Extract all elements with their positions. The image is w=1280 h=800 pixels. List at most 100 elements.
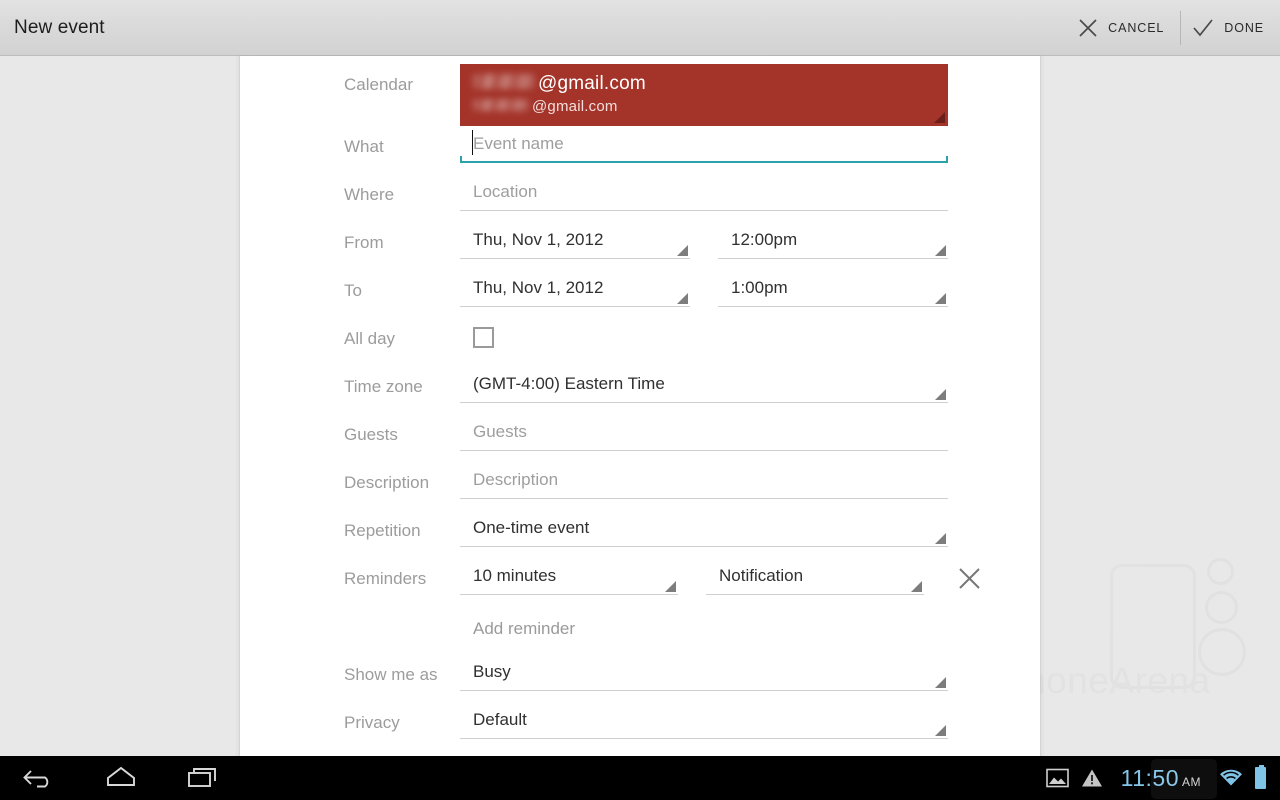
privacy-label: Privacy xyxy=(344,713,400,732)
chevron-down-icon xyxy=(911,581,922,592)
chevron-down-icon xyxy=(677,293,688,304)
repetition-spinner[interactable]: One-time event xyxy=(460,510,948,547)
to-date-spinner[interactable]: Thu, Nov 1, 2012 xyxy=(460,270,690,307)
form-row-what: What Event name xyxy=(344,126,948,174)
form-row-description: Description Description xyxy=(344,462,948,510)
form-row-from: From Thu, Nov 1, 2012 12:00pm xyxy=(344,222,948,270)
to-date-value: Thu, Nov 1, 2012 xyxy=(473,278,604,297)
clock-highlight xyxy=(1150,758,1217,799)
timezone-value: (GMT-4:00) Eastern Time xyxy=(473,374,665,393)
cancel-button-label: CANCEL xyxy=(1108,20,1165,35)
close-icon xyxy=(1077,17,1099,39)
guests-placeholder: Guests xyxy=(473,422,527,441)
redacted-username-primary xyxy=(473,74,535,89)
close-icon xyxy=(957,566,982,591)
battery-icon[interactable] xyxy=(1255,765,1266,789)
redacted-username-secondary xyxy=(473,99,529,111)
chevron-down-icon xyxy=(935,245,946,256)
event-name-placeholder: Event name xyxy=(473,134,564,153)
check-icon xyxy=(1191,17,1215,39)
form-row-to: To Thu, Nov 1, 2012 1:00pm xyxy=(344,270,948,318)
wifi-icon[interactable] xyxy=(1219,768,1243,788)
repetition-label: Repetition xyxy=(344,521,421,540)
calendar-label: Calendar xyxy=(344,75,413,94)
privacy-value: Default xyxy=(473,710,527,729)
status-area: 11:50 AM xyxy=(1045,758,1280,799)
new-event-form: Calendar @gmail.com @gmail.com What Even… xyxy=(240,56,1040,756)
system-navigation-bar: 11:50 AM xyxy=(0,756,1280,800)
location-placeholder: Location xyxy=(473,182,538,201)
showmeas-label: Show me as xyxy=(344,665,438,684)
reminder-method-value: Notification xyxy=(719,566,804,585)
showmeas-value: Busy xyxy=(473,662,511,681)
showmeas-spinner[interactable]: Busy xyxy=(460,654,948,691)
background-right: phoneArena xyxy=(1004,56,1280,756)
watermark-text-bold: Arena xyxy=(1109,660,1211,701)
description-label: Description xyxy=(344,473,430,492)
calendar-account-primary: @gmail.com xyxy=(538,73,646,94)
reminder-time-spinner[interactable]: 10 minutes xyxy=(460,558,678,595)
to-time-value: 1:00pm xyxy=(731,278,788,297)
allday-label: All day xyxy=(344,329,396,348)
form-row-add-reminder: Add reminder xyxy=(344,606,948,654)
text-cursor xyxy=(472,130,473,155)
form-row-repetition: Repetition One-time event xyxy=(344,510,948,558)
recent-apps-icon[interactable] xyxy=(186,765,220,791)
chevron-down-icon xyxy=(935,389,946,400)
from-time-value: 12:00pm xyxy=(731,230,798,249)
where-label: Where xyxy=(344,185,395,204)
form-row-guests: Guests Guests xyxy=(344,414,948,462)
reminder-method-spinner[interactable]: Notification xyxy=(706,558,924,595)
from-date-spinner[interactable]: Thu, Nov 1, 2012 xyxy=(460,222,690,259)
privacy-spinner[interactable]: Default xyxy=(460,702,948,739)
back-arrow-icon[interactable] xyxy=(22,765,56,791)
form-row-privacy: Privacy Default xyxy=(344,702,948,750)
done-button-label: DONE xyxy=(1224,20,1264,35)
cancel-button[interactable]: CANCEL xyxy=(1067,0,1180,56)
chevron-down-icon xyxy=(935,533,946,544)
timezone-label: Time zone xyxy=(344,377,423,396)
status-clock[interactable]: 11:50 AM xyxy=(1115,758,1217,799)
reminders-label: Reminders xyxy=(344,569,427,588)
form-row-showmeas: Show me as Busy xyxy=(344,654,948,702)
description-input[interactable]: Description xyxy=(460,462,948,499)
chevron-down-icon xyxy=(677,245,688,256)
phonearena-watermark: phoneArena xyxy=(1004,558,1246,708)
from-label: From xyxy=(344,233,384,252)
form-row-calendar: Calendar @gmail.com @gmail.com xyxy=(344,64,948,126)
chevron-down-icon xyxy=(665,581,676,592)
page-title: New event xyxy=(14,16,105,38)
form-row-allday: All day xyxy=(344,318,948,366)
add-reminder-button[interactable]: Add reminder xyxy=(460,606,575,648)
calendar-spinner[interactable]: @gmail.com @gmail.com xyxy=(460,64,948,126)
allday-checkbox[interactable] xyxy=(473,327,494,348)
action-bar-actions: CANCEL DONE xyxy=(1067,0,1280,56)
location-input[interactable]: Location xyxy=(460,174,948,211)
reminder-time-value: 10 minutes xyxy=(473,566,557,585)
chevron-down-icon xyxy=(935,293,946,304)
warning-triangle-icon[interactable] xyxy=(1081,768,1103,788)
to-time-spinner[interactable]: 1:00pm xyxy=(718,270,948,307)
what-label: What xyxy=(344,137,384,156)
repetition-value: One-time event xyxy=(473,518,590,537)
event-name-input[interactable]: Event name xyxy=(460,126,948,163)
timezone-spinner[interactable]: (GMT-4:00) Eastern Time xyxy=(460,366,948,403)
remove-reminder-button[interactable] xyxy=(952,558,986,595)
add-reminder-spacer xyxy=(344,606,460,617)
guests-input[interactable]: Guests xyxy=(460,414,948,451)
background-left xyxy=(0,56,240,756)
to-label: To xyxy=(344,281,362,300)
done-button[interactable]: DONE xyxy=(1181,0,1280,56)
from-time-spinner[interactable]: 12:00pm xyxy=(718,222,948,259)
image-icon[interactable] xyxy=(1045,768,1069,788)
home-icon[interactable] xyxy=(104,765,138,791)
form-row-reminders: Reminders 10 minutes Notification xyxy=(344,558,980,606)
nav-buttons xyxy=(0,765,220,791)
form-row-where: Where Location xyxy=(344,174,948,222)
chevron-down-icon xyxy=(935,725,946,736)
form-row-timezone: Time zone (GMT-4:00) Eastern Time xyxy=(344,366,948,414)
guests-label: Guests xyxy=(344,425,398,444)
description-placeholder: Description xyxy=(473,470,559,489)
calendar-account-secondary: @gmail.com xyxy=(532,98,618,115)
chevron-down-icon xyxy=(934,112,945,123)
